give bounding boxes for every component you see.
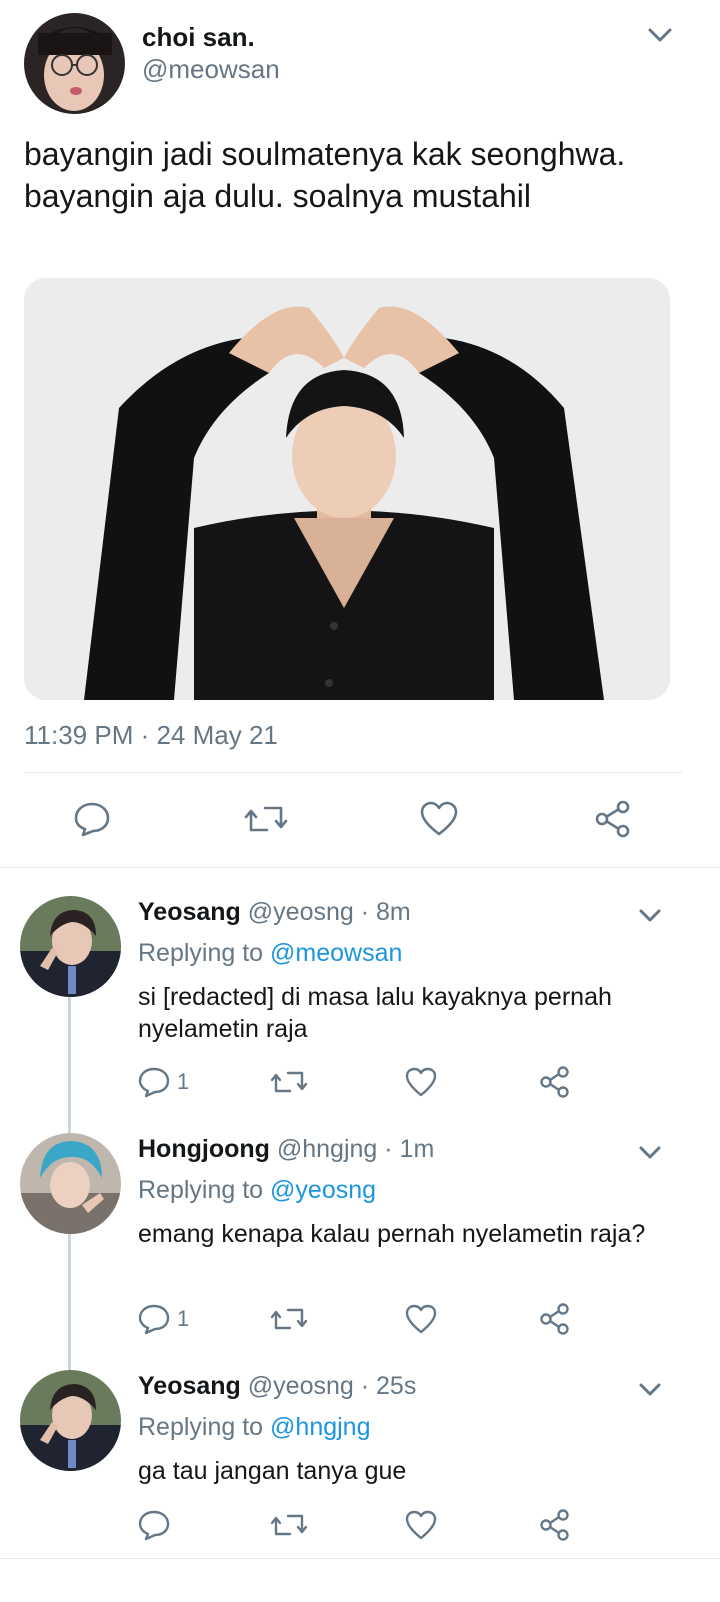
reply-icon[interactable] [137, 1509, 171, 1546]
replying-label: Replying to [138, 939, 264, 967]
reply-time: · 8m [360, 898, 411, 926]
like-icon[interactable] [419, 800, 459, 843]
mention-link[interactable]: @hngjng [270, 1413, 370, 1441]
retweet-icon[interactable] [269, 1303, 309, 1340]
divider [0, 1558, 720, 1559]
tweet-text: bayangin jadi soulmatenya kak seonghwa. … [24, 136, 626, 214]
mention-link[interactable]: @yeosng [270, 1176, 376, 1204]
like-icon[interactable] [404, 1303, 438, 1340]
share-icon[interactable] [538, 1303, 572, 1340]
reply-avatar[interactable] [20, 1133, 121, 1234]
replying-to: Replying to @yeosng [138, 1176, 376, 1205]
divider [0, 867, 720, 868]
replying-label: Replying to [138, 1176, 264, 1204]
like-icon[interactable] [404, 1066, 438, 1103]
main-handle[interactable]: @meowsan [142, 54, 280, 85]
reply-handle[interactable]: @yeosng [248, 1372, 354, 1400]
reply-time: · 1m [384, 1135, 435, 1163]
reply-header: Yeosang @yeosng · 25s [138, 1372, 416, 1401]
tweet-media-image[interactable] [24, 278, 670, 700]
chevron-down-icon[interactable] [637, 1141, 663, 1170]
chevron-down-icon[interactable] [646, 22, 674, 53]
divider [24, 772, 682, 773]
share-icon[interactable] [593, 800, 633, 843]
reply-handle[interactable]: @yeosng [248, 898, 354, 926]
retweet-icon[interactable] [269, 1066, 309, 1103]
like-icon[interactable] [404, 1509, 438, 1546]
reply-display-name[interactable]: Hongjoong [138, 1135, 270, 1163]
retweet-icon[interactable] [269, 1509, 309, 1546]
tweet-timestamp: 11:39 PM · 24 May 21 [24, 720, 278, 750]
main-display-name[interactable]: choi san. [142, 22, 255, 53]
thread-connector [68, 1232, 71, 1372]
reply-header: Yeosang @yeosng · 8m [138, 898, 411, 927]
replying-to: Replying to @meowsan [138, 939, 402, 968]
reply-avatar[interactable] [20, 896, 121, 997]
reply-icon[interactable] [137, 1066, 171, 1103]
reply-header: Hongjoong @hngjng · 1m [138, 1135, 434, 1164]
chevron-down-icon[interactable] [637, 904, 663, 933]
thread-connector [68, 995, 71, 1135]
reply-text: si [redacted] di masa lalu kayaknya pern… [138, 983, 612, 1043]
reply-text: ga tau jangan tanya gue [138, 1457, 407, 1485]
chevron-down-icon[interactable] [637, 1378, 663, 1407]
reply-icon[interactable] [137, 1303, 171, 1340]
reply-count: 1 [177, 1069, 190, 1094]
main-avatar[interactable] [24, 13, 125, 114]
reply-display-name[interactable]: Yeosang [138, 898, 241, 926]
share-icon[interactable] [538, 1066, 572, 1103]
share-icon[interactable] [538, 1509, 572, 1546]
reply-icon[interactable] [73, 800, 111, 843]
retweet-icon[interactable] [243, 800, 289, 843]
replying-to: Replying to @hngjng [138, 1413, 370, 1442]
reply-text: emang kenapa kalau pernah nyelametin raj… [138, 1220, 646, 1248]
reply-display-name[interactable]: Yeosang [138, 1372, 241, 1400]
reply-avatar[interactable] [20, 1370, 121, 1471]
reply-handle[interactable]: @hngjng [277, 1135, 377, 1163]
replying-label: Replying to [138, 1413, 264, 1441]
reply-time: · 25s [360, 1372, 417, 1400]
reply-count: 1 [177, 1306, 190, 1331]
mention-link[interactable]: @meowsan [270, 939, 402, 967]
